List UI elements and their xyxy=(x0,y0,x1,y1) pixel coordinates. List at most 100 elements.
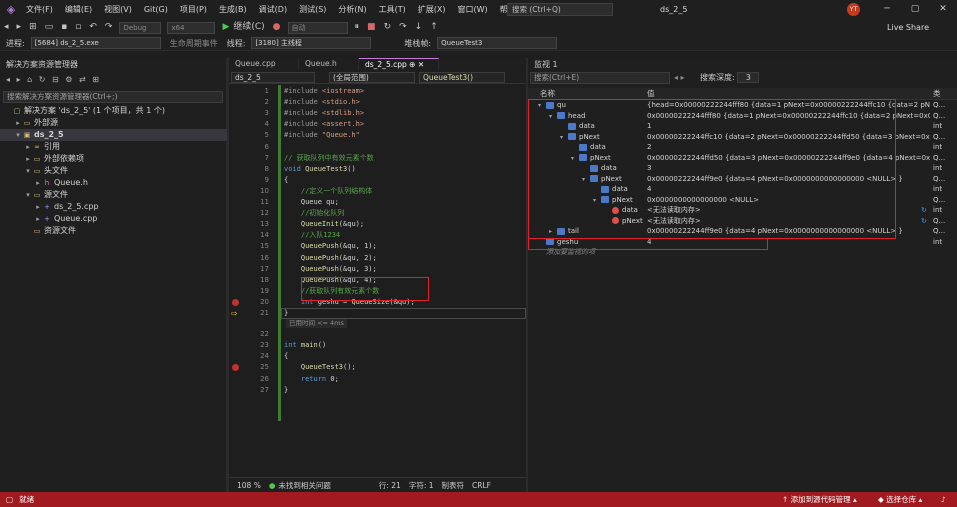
global-search-input[interactable]: 搜索 (Ctrl+Q) xyxy=(507,3,613,16)
live-share-button[interactable]: Live Share xyxy=(887,19,929,36)
refresh-icon[interactable]: ↻ xyxy=(921,216,927,227)
code-line[interactable]: #include <stdio.h> xyxy=(284,97,360,108)
back-icon[interactable]: ◂ xyxy=(0,19,13,36)
code-line[interactable]: QueuePush(&qu, 2); xyxy=(284,253,377,264)
menu-debug[interactable]: 调试(D) xyxy=(253,0,293,19)
menu-tools[interactable]: 工具(T) xyxy=(373,0,412,19)
continue-button[interactable]: 继续(C) xyxy=(233,19,268,36)
menu-file[interactable]: 文件(F) xyxy=(20,0,59,19)
code-line[interactable]: #include <assert.h> xyxy=(284,119,364,130)
search-depth-select[interactable]: 3 xyxy=(737,72,760,83)
tree-item[interactable]: ▢ 解决方案 'ds_2_5' (1 个项目，共 1 个) xyxy=(0,105,227,117)
menu-project[interactable]: 项目(P) xyxy=(174,0,213,19)
menu-extensions[interactable]: 扩展(X) xyxy=(412,0,452,19)
tree-item[interactable]: ▸ ▭ 外部依赖项 xyxy=(0,153,227,165)
save-all-icon[interactable]: ▫ xyxy=(71,19,85,36)
new-item-icon[interactable]: ⊞ xyxy=(25,19,41,36)
expand-arrow-icon[interactable]: ▸ xyxy=(24,141,32,153)
expand-arrow-icon[interactable]: ▸ xyxy=(34,213,42,225)
restart-icon[interactable]: ↻ xyxy=(380,19,396,36)
code-line[interactable]: //入队1234 xyxy=(284,230,340,241)
tree-item[interactable]: ▾ ▣ ds_2_5 xyxy=(0,129,227,141)
code-line[interactable]: //初始化队列 xyxy=(284,208,344,219)
process-select[interactable]: [5684] ds_2_5.exe xyxy=(30,37,161,49)
expand-arrow-icon[interactable]: ▸ xyxy=(34,177,42,189)
code-line[interactable]: QueuePush(&qu, 1); xyxy=(284,241,377,252)
tab-ds-2-5-cpp[interactable]: ds_2_5.cpp ⊕ ✕ xyxy=(359,58,439,70)
code-line[interactable]: #include "Queue.h" xyxy=(284,130,360,141)
code-line[interactable]: int main() xyxy=(284,340,326,351)
close-icon[interactable]: ✕ xyxy=(932,0,954,19)
zoom-level[interactable]: 108 % xyxy=(237,481,261,490)
configuration-select[interactable]: Debug xyxy=(119,21,162,34)
tab-queue-cpp[interactable]: Queue.cpp xyxy=(229,58,299,70)
col-type-header[interactable]: 类 xyxy=(933,88,941,100)
line-ending[interactable]: CRLF xyxy=(472,481,491,490)
stop-icon[interactable]: ■ xyxy=(363,19,380,36)
code-line[interactable]: // 获取队列中有效元素个数 xyxy=(284,153,374,164)
refresh-icon[interactable]: ↻ xyxy=(921,205,927,216)
tab-queue-h[interactable]: Queue.h xyxy=(299,58,359,70)
redo-icon[interactable]: ↷ xyxy=(101,19,117,36)
expand-arrow-icon[interactable]: ▾ xyxy=(24,165,32,177)
code-line[interactable]: { xyxy=(284,351,288,362)
code-line[interactable]: //定义一个队列结构体 xyxy=(284,186,372,197)
code-line[interactable]: return 0; xyxy=(284,374,339,385)
scope-nav-select[interactable]: (全局范围) xyxy=(329,72,415,83)
lifecycle-events[interactable]: 生命周期事件 xyxy=(170,38,218,49)
expand-arrow-icon[interactable]: ▸ xyxy=(24,153,32,165)
minimize-icon[interactable]: ─ xyxy=(876,0,898,19)
select-repo-button[interactable]: ◆ 选择仓库 ▴ xyxy=(878,494,922,505)
issues-status[interactable]: 未找到相关问题 xyxy=(278,480,331,491)
code-line[interactable]: QueuePush(&qu, 3); xyxy=(284,264,377,275)
tree-item[interactable]: ▸ + Queue.cpp xyxy=(0,213,227,225)
code-line[interactable]: } xyxy=(284,385,288,396)
thread-select[interactable]: [3180] 主线程 xyxy=(251,37,372,49)
avatar[interactable]: YT xyxy=(847,3,860,16)
notifications-icon[interactable]: ♪ xyxy=(941,495,946,504)
expand-arrow-icon[interactable]: ▾ xyxy=(24,189,32,201)
continue-icon[interactable]: ▶ xyxy=(218,19,233,36)
tree-item[interactable]: ▸ ∞ 引用 xyxy=(0,141,227,153)
project-nav-select[interactable]: ds_2_5 xyxy=(231,72,315,83)
code-line[interactable]: { xyxy=(284,175,288,186)
menu-test[interactable]: 测试(S) xyxy=(293,0,332,19)
code-line[interactable]: QueueTest3(); xyxy=(284,362,356,373)
menu-edit[interactable]: 编辑(E) xyxy=(59,0,98,19)
expand-arrow-icon[interactable]: ▸ xyxy=(34,201,42,213)
code-line[interactable]: } xyxy=(284,308,288,319)
maximize-icon[interactable]: ▢ xyxy=(904,0,926,19)
menu-build[interactable]: 生成(B) xyxy=(213,0,253,19)
solution-explorer-toolbar[interactable]: ◂ ▸ ⌂ ↻ ⊟ ⚙ ⇄ ⊞ xyxy=(0,71,227,89)
stack-frame-select[interactable]: QueueTest3 xyxy=(437,37,558,49)
tree-item[interactable]: ▾ ▭ 头文件 xyxy=(0,165,227,177)
step-over-icon[interactable]: ↷ xyxy=(395,19,411,36)
expand-arrow-icon[interactable]: ▸ xyxy=(14,117,22,129)
function-nav-select[interactable]: QueueTest3() xyxy=(419,72,505,83)
tree-item[interactable]: ▾ ▭ 源文件 xyxy=(0,189,227,201)
code-line[interactable]: #include <iostream> xyxy=(284,86,364,97)
open-icon[interactable]: ▭ xyxy=(41,19,58,36)
code-line[interactable]: Queue qu; xyxy=(284,197,339,208)
tree-item[interactable]: ▭ 资源文件 xyxy=(0,225,227,237)
platform-select[interactable]: x64 xyxy=(167,21,216,34)
forward-icon[interactable]: ▸ xyxy=(13,19,26,36)
save-icon[interactable]: ▪ xyxy=(57,19,71,36)
pause-icon[interactable]: ⏸ xyxy=(351,19,364,36)
pin-icon[interactable]: ⊕ xyxy=(409,60,415,69)
solution-search-input[interactable]: 搜索解决方案资源管理器(Ctrl+;) xyxy=(3,91,223,103)
auto-select[interactable]: 自动 xyxy=(287,21,348,34)
expand-arrow-icon[interactable]: ▾ xyxy=(14,129,22,141)
menu-window[interactable]: 窗口(W) xyxy=(452,0,494,19)
code-line[interactable]: #include <stdlib.h> xyxy=(284,108,364,119)
indent-mode[interactable]: 制表符 xyxy=(442,480,465,491)
hot-reload-icon[interactable]: ● xyxy=(269,19,285,36)
menu-analyze[interactable]: 分析(N) xyxy=(332,0,372,19)
add-source-control-button[interactable]: ↑ 添加到源代码管理 ▴ xyxy=(782,494,857,505)
code-line[interactable]: QueueInit(&qu); xyxy=(284,219,364,230)
watch-search-input[interactable]: 搜索(Ctrl+E) xyxy=(530,72,670,84)
menu-view[interactable]: 视图(V) xyxy=(98,0,138,19)
step-into-icon[interactable]: ↓ xyxy=(411,19,427,36)
close-tab-icon[interactable]: ✕ xyxy=(418,60,424,69)
undo-icon[interactable]: ↶ xyxy=(85,19,101,36)
